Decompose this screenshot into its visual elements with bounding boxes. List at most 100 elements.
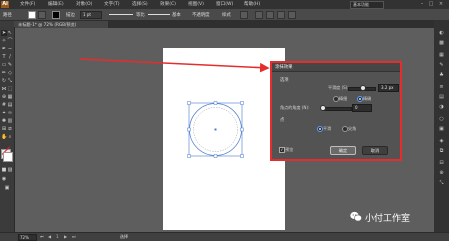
handle-bottom[interactable] (213, 154, 218, 158)
next-page-icon[interactable]: ▶ (64, 234, 67, 239)
fill-dropdown-icon[interactable] (38, 11, 46, 19)
stroke-weight-field[interactable]: 1 pt (80, 11, 102, 19)
precise2-radio-label[interactable]: 精确 (363, 96, 371, 102)
corner-points-label[interactable]: 尖角 (348, 126, 356, 132)
smoothness-slider-knob[interactable] (360, 85, 366, 91)
minimize-icon[interactable]: – (418, 1, 426, 7)
ok-button[interactable]: 确定 (330, 146, 356, 155)
handle-top-right[interactable] (240, 101, 244, 105)
handle-left[interactable] (187, 127, 191, 132)
wechat-icon (350, 211, 362, 222)
first-page-icon[interactable]: ⏮ (40, 234, 44, 239)
variable-width-profile[interactable] (109, 14, 133, 15)
handle-right[interactable] (240, 127, 244, 132)
color-panel-icon[interactable]: ◐ (438, 30, 445, 37)
handle-top[interactable] (213, 101, 218, 105)
recolor-icon[interactable] (255, 11, 263, 19)
graph-tool-icon[interactable]: ▥ (7, 118, 13, 124)
swatches-panel-icon[interactable]: ▦ (438, 52, 445, 59)
transform-icon[interactable] (277, 11, 285, 19)
opacity-label[interactable]: 不透明度 (192, 12, 210, 18)
gradient-tool-icon[interactable]: ▤ (7, 102, 13, 108)
slice-tool-icon[interactable]: ⧄ (7, 126, 13, 132)
gradient-panel-icon[interactable]: ▤ (438, 94, 445, 101)
close-icon[interactable]: × (437, 1, 445, 7)
menu-file[interactable]: 文件(F) (20, 1, 35, 7)
direct-selection-tool-icon[interactable]: ↖ (7, 30, 13, 36)
artboard[interactable] (163, 48, 285, 230)
scribble-effect-dialog: 涂抹效果 选项 平滑度 (S): 3.2 px 精细 精确 角点的角度 (N):… (270, 61, 402, 161)
paintbrush-tool-icon[interactable]: ✎ (7, 62, 13, 68)
fill-color-swatch[interactable] (28, 11, 36, 19)
last-page-icon[interactable]: ⏭ (72, 234, 76, 239)
menu-edit[interactable]: 编辑(E) (48, 1, 64, 7)
selection-type: 路径 (3, 13, 12, 18)
symbols-panel-icon[interactable]: ♣ (438, 72, 445, 79)
maximize-icon[interactable]: □ (427, 1, 435, 7)
menu-view[interactable]: 视图(V) (188, 1, 204, 7)
handle-bottom-right[interactable] (240, 154, 244, 158)
document-tab-bar: 未标题-1* @ 72% (RGB/预览) (14, 21, 434, 28)
gradient-mode-icon[interactable]: ▨ (7, 167, 13, 173)
perspective-grid-tool-icon[interactable]: ▦ (7, 94, 13, 100)
corner-angle-value-field[interactable]: 0 (352, 104, 372, 112)
free-transform-tool-icon[interactable]: ⬚ (7, 86, 13, 92)
screen-mode-icon[interactable]: ▣ (4, 185, 10, 191)
blend-tool-icon[interactable]: ∞ (7, 110, 13, 116)
align-panel-icon[interactable]: ⊟ (438, 160, 445, 167)
menu-select[interactable]: 选择(S) (132, 1, 148, 7)
corner-angle-slider[interactable] (322, 107, 352, 111)
layers-panel-icon[interactable]: ◈ (438, 138, 445, 145)
eraser-tool-icon[interactable]: ◇ (7, 70, 13, 76)
stroke-label: 描边 (66, 13, 75, 18)
align-icon[interactable] (266, 11, 274, 19)
workspace-switcher[interactable]: 基本功能 (350, 1, 384, 9)
curvature-tool-icon[interactable]: ∽ (7, 46, 13, 52)
cancel-button[interactable]: 取消 (362, 146, 388, 155)
options-section-label: 选项 (280, 78, 289, 83)
color-guide-icon[interactable]: ▩ (438, 40, 445, 47)
draw-mode-icon[interactable]: ◉ (1, 176, 7, 182)
smooth-points-label[interactable]: 平滑 (323, 126, 331, 132)
watermark-text: 小付工作室 (365, 214, 411, 224)
artboards-panel-icon[interactable]: ⧉ (438, 148, 445, 155)
brushes-panel-icon[interactable]: ✎ (438, 62, 445, 69)
style-swatch-icon[interactable] (240, 11, 248, 19)
center-point[interactable] (214, 128, 217, 131)
smoothness-label: 平滑度 (S): (328, 85, 349, 90)
line-tool-icon[interactable]: / (7, 54, 13, 60)
precise-radio-label[interactable]: 精细 (339, 96, 347, 102)
preview-label[interactable]: 预览 (285, 147, 293, 153)
status-mode[interactable]: 选择 (120, 234, 128, 240)
menu-effect[interactable]: 效果(C) (160, 1, 176, 7)
fill-white-swatch[interactable] (3, 152, 13, 162)
document-tab[interactable]: 未标题-1* @ 72% (RGB/预览) (14, 21, 108, 28)
right-panel-dock: ◐ ▩ ▦ ✎ ♣ ≡ ▤ ◑ ○ ▣ ◈ ⧉ ⊟ ⊕ ⤡ (434, 20, 449, 233)
smoothness-value-field[interactable]: 3.2 px (378, 84, 399, 92)
prev-page-icon[interactable]: ◀ (48, 234, 51, 239)
style-label[interactable]: 样式 (222, 12, 231, 18)
transparency-panel-icon[interactable]: ◑ (438, 104, 445, 111)
lasso-tool-icon[interactable]: ⌒ (7, 38, 13, 44)
appearance-panel-icon[interactable]: ○ (438, 116, 445, 123)
menu-type[interactable]: 文字(T) (104, 1, 120, 7)
stroke-profile-label: 等比 (136, 13, 145, 18)
corner-angle-slider-knob[interactable] (320, 105, 326, 111)
scale-tool-icon[interactable]: ⤡ (7, 78, 13, 84)
graphic-styles-panel-icon[interactable]: ▣ (438, 126, 445, 133)
stroke-panel-icon[interactable]: ≡ (438, 84, 445, 91)
page-number[interactable]: 1 (56, 234, 59, 239)
brush-definition[interactable] (148, 14, 170, 15)
isolate-icon[interactable] (288, 11, 296, 19)
handle-top-left[interactable] (187, 101, 191, 105)
handle-bottom-left[interactable] (187, 154, 191, 158)
tools-panel: ➤ ↖ ✧ ⌒ ✒ ∽ T / ▭ ✎ ✏ ◇ ↻ ⤡ ⋈ ⬚ ⊕ ▦ # ▤ … (0, 27, 15, 233)
dialog-titlebar[interactable]: 涂抹效果 (272, 63, 400, 72)
zoom-tool-icon[interactable]: ⌕ (7, 134, 13, 140)
pathfinder-panel-icon[interactable]: ⊕ (438, 170, 445, 177)
menu-help[interactable]: 帮助(H) (244, 1, 260, 7)
menu-object[interactable]: 对象(O) (76, 1, 92, 7)
stroke-color-swatch[interactable] (52, 11, 60, 19)
menu-window[interactable]: 窗口(W) (216, 1, 233, 7)
transform-panel-icon[interactable]: ⤡ (438, 180, 445, 187)
